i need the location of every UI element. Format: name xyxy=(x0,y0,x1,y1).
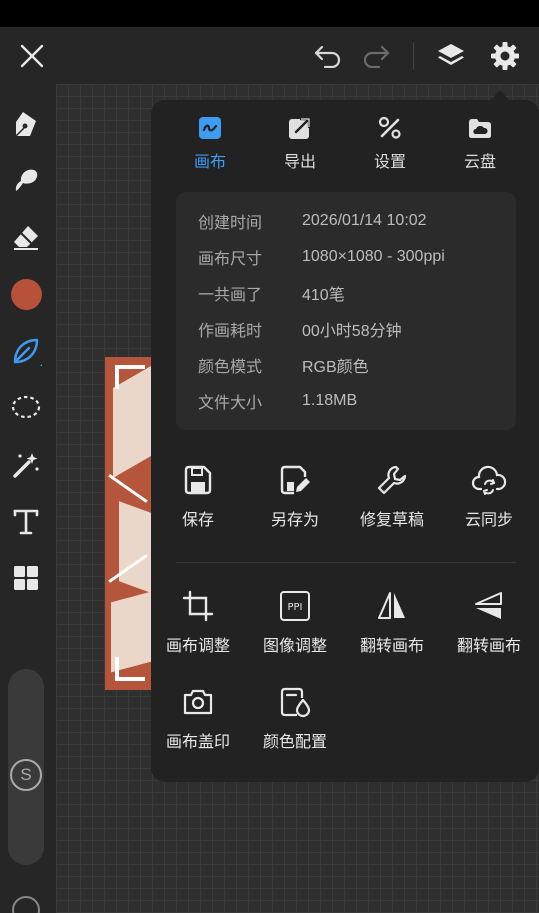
tools-icon xyxy=(378,116,401,139)
smudge-icon[interactable] xyxy=(6,160,46,200)
tab-cloud-drive[interactable]: 云盘 xyxy=(440,116,520,176)
canvas-tab-icon xyxy=(199,117,221,139)
action-label: 保存 xyxy=(181,512,214,529)
flip-canvas-horizontal-button[interactable]: 翻转画布 xyxy=(344,590,440,670)
action-label: 翻转画布 xyxy=(359,638,424,655)
info-value: 410笔 xyxy=(302,287,345,304)
action-label: 颜色配置 xyxy=(262,734,327,751)
info-key: 文件大小 xyxy=(198,395,263,412)
tab-label: 云盘 xyxy=(463,154,496,171)
color-config-button[interactable]: 颜色配置 xyxy=(247,686,343,766)
save-button[interactable]: 保存 xyxy=(150,464,246,544)
brush-size-knob[interactable]: S xyxy=(10,759,42,791)
action-label: 云同步 xyxy=(464,512,513,529)
redo-icon[interactable] xyxy=(358,38,394,74)
info-row-canvas-size: 画布尺寸 1080×1080 - 300ppi xyxy=(198,245,445,269)
cloud-sync-icon xyxy=(471,465,507,495)
close-icon[interactable] xyxy=(14,38,50,74)
info-value: 1080×1080 - 300ppi xyxy=(302,248,445,265)
canvas-adjust-button[interactable]: 画布调整 xyxy=(150,590,246,670)
color-profile-icon xyxy=(280,687,311,718)
tab-export[interactable]: 导出 xyxy=(260,116,340,176)
info-key: 颜色模式 xyxy=(198,359,263,376)
tab-label: 导出 xyxy=(283,154,316,171)
info-key: 创建时间 xyxy=(198,215,263,232)
tab-label: 设置 xyxy=(373,154,406,171)
camera-icon xyxy=(183,689,213,715)
section-divider xyxy=(176,562,516,563)
save-icon xyxy=(184,465,212,495)
cloud-sync-button[interactable]: 云同步 xyxy=(441,464,537,544)
info-value: 00小时58分钟 xyxy=(302,323,402,340)
action-label: 另存为 xyxy=(270,512,319,529)
info-row-file-size: 文件大小 1.18MB xyxy=(198,389,357,413)
flip-horizontal-icon xyxy=(378,592,405,619)
leaf-brush-icon[interactable] xyxy=(6,331,46,371)
action-label: 修复草稿 xyxy=(359,512,424,529)
pen-icon[interactable] xyxy=(6,104,46,144)
tab-label: 画布 xyxy=(193,154,226,171)
grid-tools-icon[interactable] xyxy=(6,558,46,598)
tab-canvas[interactable]: 画布 xyxy=(170,116,250,176)
info-row-duration: 作画耗时 00小时58分钟 xyxy=(198,317,402,341)
settings-gear-icon[interactable] xyxy=(487,38,523,74)
save-as-button[interactable]: 另存为 xyxy=(247,464,343,544)
info-key: 作画耗时 xyxy=(198,323,263,340)
crop-icon xyxy=(182,590,214,622)
color-picker[interactable] xyxy=(6,274,46,314)
wrench-icon xyxy=(377,465,407,495)
flip-vertical-icon xyxy=(475,592,502,619)
cloud-drive-icon xyxy=(469,119,491,138)
eraser-icon[interactable] xyxy=(6,217,46,257)
action-label: 图像调整 xyxy=(262,638,327,655)
tab-settings[interactable]: 设置 xyxy=(350,116,430,176)
magic-wand-icon[interactable] xyxy=(6,445,46,485)
save-as-icon xyxy=(280,465,310,495)
toolbar-divider xyxy=(413,42,414,70)
info-value: RGB颜色 xyxy=(302,359,369,376)
export-icon xyxy=(289,117,311,139)
repair-draft-button[interactable]: 修复草稿 xyxy=(344,464,440,544)
info-value: 1.18MB xyxy=(302,392,358,409)
canvas-stamp-button[interactable]: 画布盖印 xyxy=(150,686,246,766)
info-row-created: 创建时间 2026/01/14 10:02 xyxy=(198,209,427,233)
info-row-strokes: 一共画了 410笔 xyxy=(198,281,345,305)
text-tool-icon[interactable] xyxy=(6,501,46,541)
layers-icon[interactable] xyxy=(433,38,469,74)
info-row-color-mode: 颜色模式 RGB颜色 xyxy=(198,353,369,377)
action-label: 画布调整 xyxy=(165,638,230,655)
action-label: 翻转画布 xyxy=(456,638,521,655)
ppi-icon-text: PPI xyxy=(287,602,302,613)
canvas-info-box: 创建时间 2026/01/14 10:02 画布尺寸 1080×1080 - 3… xyxy=(176,192,516,430)
flip-canvas-vertical-button[interactable]: 翻转画布 xyxy=(441,590,537,670)
action-label: 画布盖印 xyxy=(165,734,230,751)
info-key: 一共画了 xyxy=(198,287,263,304)
undo-icon[interactable] xyxy=(310,38,346,74)
info-value: 2026/01/14 10:02 xyxy=(302,212,427,229)
lasso-select-icon[interactable] xyxy=(6,388,46,428)
ppi-icon: PPI xyxy=(280,591,310,621)
image-adjust-button[interactable]: PPI 图像调整 xyxy=(247,590,343,670)
status-bar xyxy=(0,0,539,27)
artwork-canvas[interactable] xyxy=(105,357,151,690)
info-key: 画布尺寸 xyxy=(198,251,263,268)
